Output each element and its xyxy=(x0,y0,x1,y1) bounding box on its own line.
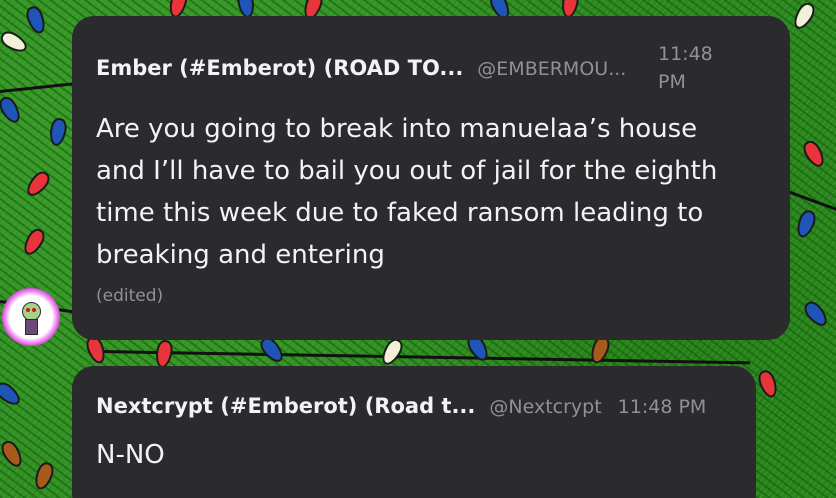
author-name[interactable]: Nextcrypt (#Emberot) (Road t... xyxy=(96,394,475,418)
red-bulb-icon xyxy=(755,368,781,400)
white-bulb-icon xyxy=(378,335,406,369)
avatar-eye xyxy=(26,308,30,312)
avatar-figure-body xyxy=(25,319,38,335)
author-handle[interactable]: @Nextcrypt xyxy=(489,396,601,418)
message-card[interactable]: Ember (#Emberot) (ROAD TO... @EMBERMOU..… xyxy=(72,16,790,340)
blue-bulb-icon xyxy=(800,298,832,330)
avatar-eye xyxy=(32,308,36,312)
message-card[interactable]: Nextcrypt (#Emberot) (Road t... @Nextcry… xyxy=(72,366,756,498)
blue-bulb-icon xyxy=(0,378,24,410)
author-name[interactable]: Ember (#Emberot) (ROAD TO... xyxy=(96,56,463,80)
red-bulb-icon xyxy=(22,168,54,200)
blue-bulb-icon xyxy=(23,4,49,36)
light-wire xyxy=(99,350,750,365)
red-bulb-icon xyxy=(153,338,175,370)
timestamp-period: PM xyxy=(658,71,686,93)
avatar[interactable] xyxy=(2,288,60,346)
brown-bulb-icon xyxy=(0,437,26,471)
timestamp: 11:48 PM xyxy=(658,40,738,96)
author-handle[interactable]: @EMBERMOU... xyxy=(477,58,626,80)
red-bulb-icon xyxy=(800,137,828,171)
blue-bulb-icon xyxy=(793,208,819,240)
timestamp: 11:48 PM xyxy=(617,396,707,418)
message-text: N-NO xyxy=(96,440,165,470)
message-header: Nextcrypt (#Emberot) (Road t... @Nextcry… xyxy=(96,394,706,418)
brown-bulb-icon xyxy=(31,460,57,492)
blue-bulb-icon xyxy=(47,116,69,148)
blue-bulb-icon xyxy=(0,93,24,127)
timestamp-time: 11:48 xyxy=(658,43,713,65)
red-bulb-icon xyxy=(20,225,48,259)
message-header: Ember (#Emberot) (ROAD TO... @EMBERMOU..… xyxy=(96,56,626,80)
edited-label: (edited) xyxy=(96,286,164,306)
white-bulb-icon xyxy=(0,28,31,56)
message-text: Are you going to break into manuelaa’s h… xyxy=(96,114,718,270)
white-bulb-icon xyxy=(790,0,818,33)
